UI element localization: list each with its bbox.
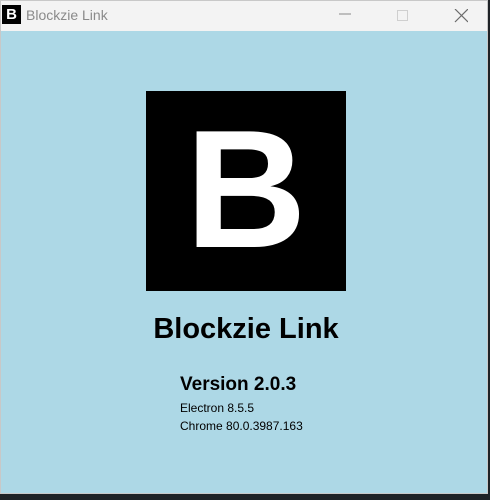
minimize-button[interactable]	[322, 1, 368, 31]
close-icon	[454, 9, 468, 23]
electron-version: Electron 8.5.5	[180, 401, 255, 415]
maximize-icon	[397, 10, 408, 21]
version-label: Version 2.0.3	[180, 374, 297, 395]
window-title: Blockzie Link	[26, 7, 108, 23]
title-bar[interactable]: B Blockzie Link	[1, 1, 487, 31]
app-logo-icon: B	[2, 5, 21, 24]
app-window: B Blockzie Link B Blockzie Link Version …	[0, 0, 488, 494]
minimize-icon	[339, 13, 351, 15]
app-logo: B	[146, 91, 346, 291]
chrome-version: Chrome 80.0.3987.163	[180, 419, 303, 433]
app-name-heading: Blockzie Link	[153, 313, 339, 345]
close-button[interactable]	[438, 1, 484, 31]
logo-letter: B	[185, 95, 307, 283]
maximize-button[interactable]	[380, 1, 426, 31]
